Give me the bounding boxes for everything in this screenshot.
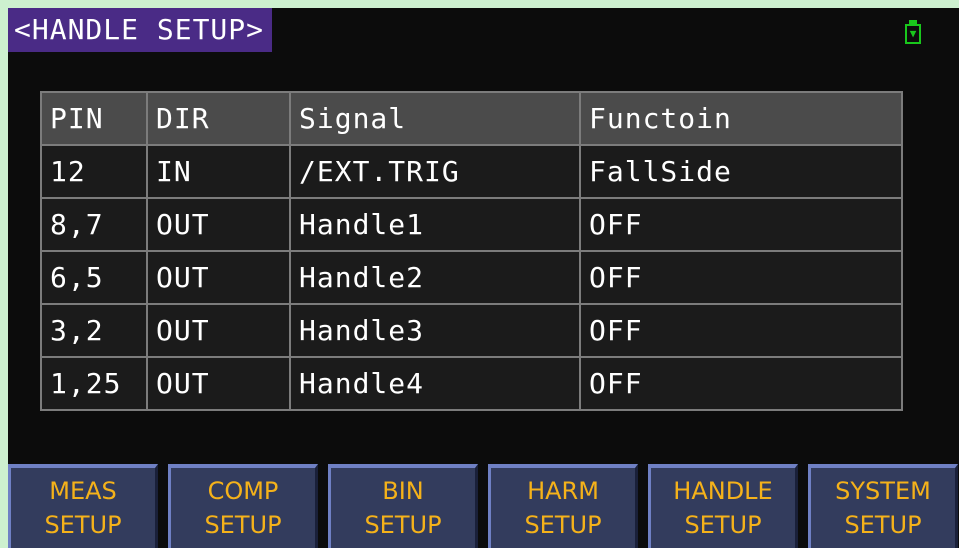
signal-cell[interactable]: /EXT.TRIG bbox=[289, 144, 581, 199]
dir-cell[interactable]: IN bbox=[146, 144, 291, 199]
softkey-line1: MEAS bbox=[49, 477, 117, 505]
pin-cell[interactable]: 6,5 bbox=[40, 250, 148, 305]
dir-cell[interactable]: OUT bbox=[146, 303, 291, 358]
header-signal: Signal bbox=[289, 91, 581, 146]
header-dir: DIR bbox=[146, 91, 291, 146]
softkey-line2: SETUP bbox=[204, 511, 282, 539]
pin-cell[interactable]: 8,7 bbox=[40, 197, 148, 252]
function-cell[interactable]: OFF bbox=[579, 197, 903, 252]
table-row: 6,5 OUT Handle2 OFF bbox=[40, 250, 903, 305]
softkey-line1: COMP bbox=[207, 477, 279, 505]
softkey-line2: SETUP bbox=[524, 511, 602, 539]
pin-cell[interactable]: 3,2 bbox=[40, 303, 148, 358]
softkey-line2: SETUP bbox=[44, 511, 122, 539]
dir-cell[interactable]: OUT bbox=[146, 197, 291, 252]
dir-cell[interactable]: OUT bbox=[146, 356, 291, 411]
function-cell[interactable]: FallSide bbox=[579, 144, 903, 199]
dir-cell[interactable]: OUT bbox=[146, 250, 291, 305]
function-cell[interactable]: OFF bbox=[579, 303, 903, 358]
table-row: 3,2 OUT Handle3 OFF bbox=[40, 303, 903, 358]
system-setup-button[interactable]: SYSTEM SETUP bbox=[808, 464, 958, 548]
header-pin: PIN bbox=[40, 91, 148, 146]
handle-pin-table: PIN DIR Signal Functoin 12 IN /EXT.TRIG … bbox=[40, 91, 903, 411]
signal-cell[interactable]: Handle3 bbox=[289, 303, 581, 358]
softkey-line2: SETUP bbox=[364, 511, 442, 539]
comp-setup-button[interactable]: COMP SETUP bbox=[168, 464, 318, 548]
function-cell[interactable]: OFF bbox=[579, 250, 903, 305]
table-header-row: PIN DIR Signal Functoin bbox=[40, 91, 903, 146]
signal-cell[interactable]: Handle4 bbox=[289, 356, 581, 411]
handle-setup-button[interactable]: HANDLE SETUP bbox=[648, 464, 798, 548]
instrument-screen: <HANDLE SETUP> ▼ PIN DIR Signal Functoin… bbox=[8, 8, 959, 548]
softkey-line1: HARM bbox=[527, 477, 599, 505]
table-row: 1,25 OUT Handle4 OFF bbox=[40, 356, 903, 411]
harm-setup-button[interactable]: HARM SETUP bbox=[488, 464, 638, 548]
softkey-line1: SYSTEM bbox=[835, 477, 931, 505]
softkey-line2: SETUP bbox=[684, 511, 762, 539]
softkey-line1: HANDLE bbox=[673, 477, 773, 505]
usb-drive-icon: ▼ bbox=[905, 20, 921, 44]
table-row: 12 IN /EXT.TRIG FallSide bbox=[40, 144, 903, 199]
meas-setup-button[interactable]: MEAS SETUP bbox=[8, 464, 158, 548]
page-title: <HANDLE SETUP> bbox=[8, 8, 273, 52]
signal-cell[interactable]: Handle2 bbox=[289, 250, 581, 305]
softkey-line1: BIN bbox=[382, 477, 424, 505]
table-row: 8,7 OUT Handle1 OFF bbox=[40, 197, 903, 252]
signal-cell[interactable]: Handle1 bbox=[289, 197, 581, 252]
usb-symbol-icon: ▼ bbox=[909, 27, 917, 40]
softkey-bar: MEAS SETUP COMP SETUP BIN SETUP HARM SET… bbox=[8, 464, 959, 548]
function-cell[interactable]: OFF bbox=[579, 356, 903, 411]
pin-cell[interactable]: 1,25 bbox=[40, 356, 148, 411]
header-function: Functoin bbox=[579, 91, 903, 146]
softkey-line2: SETUP bbox=[844, 511, 922, 539]
bin-setup-button[interactable]: BIN SETUP bbox=[328, 464, 478, 548]
usb-drive-body: ▼ bbox=[905, 24, 921, 44]
pin-cell[interactable]: 12 bbox=[40, 144, 148, 199]
